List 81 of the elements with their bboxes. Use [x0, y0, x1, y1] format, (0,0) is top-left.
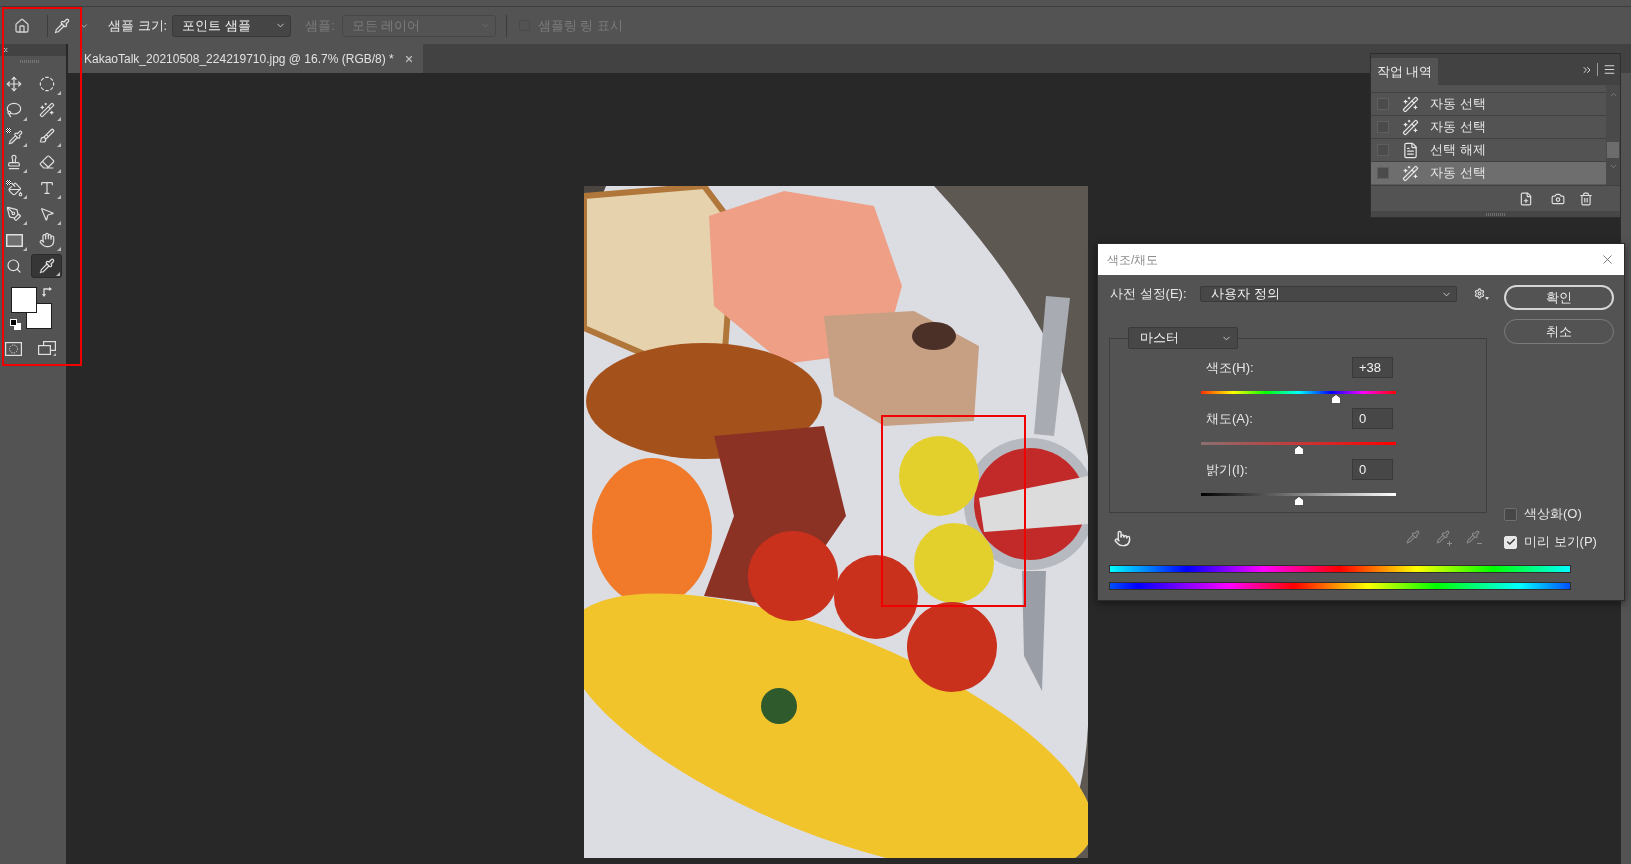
value-field[interactable]: 0 [1352, 459, 1393, 480]
history-item[interactable]: 자동 선택 [1371, 116, 1606, 139]
snapshot-checkbox[interactable] [1377, 167, 1389, 179]
close-icon[interactable] [1600, 252, 1615, 267]
flyout-triangle-icon [57, 143, 61, 147]
slider-label: 밝기(I): [1205, 460, 1248, 479]
checkbox[interactable] [1504, 507, 1517, 521]
eraser-icon [38, 154, 55, 170]
scrollbar[interactable] [1606, 85, 1620, 185]
default-colors-icon[interactable] [10, 319, 21, 330]
camera-icon[interactable] [1551, 191, 1565, 206]
dialog-button[interactable]: 확인 [1504, 285, 1614, 310]
dialog-title: 색조/채도 [1106, 251, 1159, 269]
scrollbar-thumb[interactable] [1607, 142, 1619, 158]
history-item[interactable]: 자동 선택 [1371, 162, 1606, 185]
eyedropper-icon [38, 258, 55, 274]
stamp-icon [6, 154, 22, 170]
flyout-triangle-icon [23, 117, 27, 121]
saturation-slider[interactable] [1201, 442, 1396, 455]
magic-wand-icon [1402, 164, 1419, 182]
magic-wand-icon [38, 102, 55, 118]
slider-label: 채도(A): [1205, 409, 1253, 428]
flyout-triangle-icon [57, 117, 61, 121]
quick-mask-icon[interactable] [5, 341, 22, 356]
pointing-hand-icon[interactable] [1114, 529, 1131, 547]
magic-wand-icon [1402, 95, 1419, 113]
menu-icon[interactable] [1603, 63, 1616, 76]
flyout-triangle-icon [57, 221, 61, 225]
home-icon[interactable] [14, 17, 30, 34]
flyout-triangle-icon [23, 221, 27, 225]
flyout-triangle-icon [57, 195, 61, 199]
color-swatches-icon[interactable] [11, 287, 52, 329]
dashed-circle-icon [38, 76, 55, 92]
tool-button[interactable] [31, 254, 62, 278]
check-icon [1505, 537, 1516, 547]
magnifier-icon [6, 258, 22, 274]
close-icon[interactable] [403, 53, 414, 64]
preset-dropdown[interactable]: 사용자 정의 [1200, 286, 1457, 302]
flyout-triangle-icon [57, 247, 61, 251]
lasso-icon [6, 102, 22, 118]
flyout-triangle-icon [23, 143, 27, 147]
arrow-pointer-icon [38, 206, 55, 222]
history-item[interactable]: 선택 해제 [1371, 139, 1606, 162]
double-chevron-icon[interactable] [1, 46, 9, 54]
flyout-triangle-icon [57, 91, 61, 95]
lightness-slider[interactable] [1201, 493, 1396, 506]
history-tab[interactable]: 작업 내역 [1371, 58, 1438, 85]
swap-arrows-icon[interactable] [42, 286, 53, 297]
history-item[interactable]: 자동 선택 [1371, 93, 1606, 116]
move-icon [6, 76, 22, 92]
flyout-triangle-icon [23, 195, 27, 199]
document-icon [1402, 141, 1419, 159]
option-label: 샘플 크기: [108, 16, 168, 35]
paint-bucket-icon [5, 179, 23, 197]
preset-label: 사전 설정(E): [1110, 285, 1188, 304]
flyout-triangle-icon [57, 169, 61, 173]
eyedropper-icon[interactable] [54, 17, 70, 34]
trash-icon[interactable] [1579, 191, 1593, 206]
hand-icon [38, 232, 55, 248]
slider-label: 색조(H): [1205, 358, 1254, 377]
screen-mode-icon[interactable] [38, 341, 56, 356]
document-tab[interactable]: KakaoTalk_20210508_224219710.jpg @ 16.7% (RGB/8) * [68, 44, 423, 73]
flyout-triangle-icon [23, 247, 27, 251]
brush-icon [38, 128, 55, 144]
eyedropper-icon [5, 127, 23, 145]
type-icon [38, 180, 55, 196]
magic-wand-icon [1402, 118, 1419, 136]
gear-icon[interactable] [1474, 288, 1489, 300]
drag-handle[interactable] [20, 60, 40, 63]
new-document-icon[interactable] [1519, 191, 1533, 206]
value-field[interactable]: +38 [1352, 357, 1393, 378]
flyout-triangle-icon [56, 272, 60, 276]
hue-slider[interactable] [1201, 391, 1396, 404]
checkbox-label: 색상화(O) [1524, 505, 1582, 524]
channel-dropdown[interactable]: 마스터 [1128, 327, 1238, 349]
pen-icon [6, 206, 22, 222]
flyout-triangle-icon [23, 169, 27, 173]
rectangle-icon [5, 233, 23, 247]
value-field[interactable]: 0 [1352, 408, 1393, 429]
checkbox-label: 미리 보기(P) [1524, 533, 1597, 552]
sample-size-dropdown[interactable]: 포인트 샘플 [172, 14, 292, 37]
